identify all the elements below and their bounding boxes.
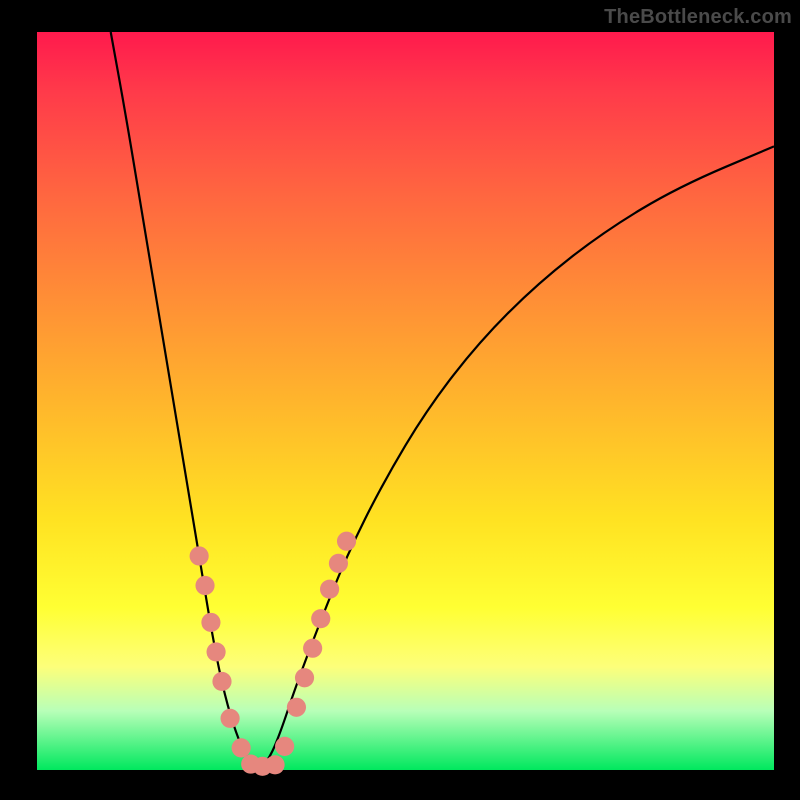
data-marker (207, 642, 226, 661)
chart-frame: TheBottleneck.com (0, 0, 800, 800)
data-marker (275, 737, 294, 756)
curve-layer (37, 32, 774, 770)
data-marker (337, 532, 356, 551)
data-marker (265, 755, 284, 774)
watermark-label: TheBottleneck.com (604, 6, 792, 29)
data-marker (311, 609, 330, 628)
curve-right-curve (258, 146, 774, 770)
curve-left-curve (111, 32, 258, 770)
data-marker (212, 672, 231, 691)
data-marker (221, 709, 240, 728)
data-marker (320, 580, 339, 599)
data-marker (303, 639, 322, 658)
data-marker (329, 554, 348, 573)
data-marker (195, 576, 214, 595)
data-marker (201, 613, 220, 632)
data-marker (295, 668, 314, 687)
data-marker (287, 698, 306, 717)
data-marker (232, 738, 251, 757)
data-marker (190, 546, 209, 565)
